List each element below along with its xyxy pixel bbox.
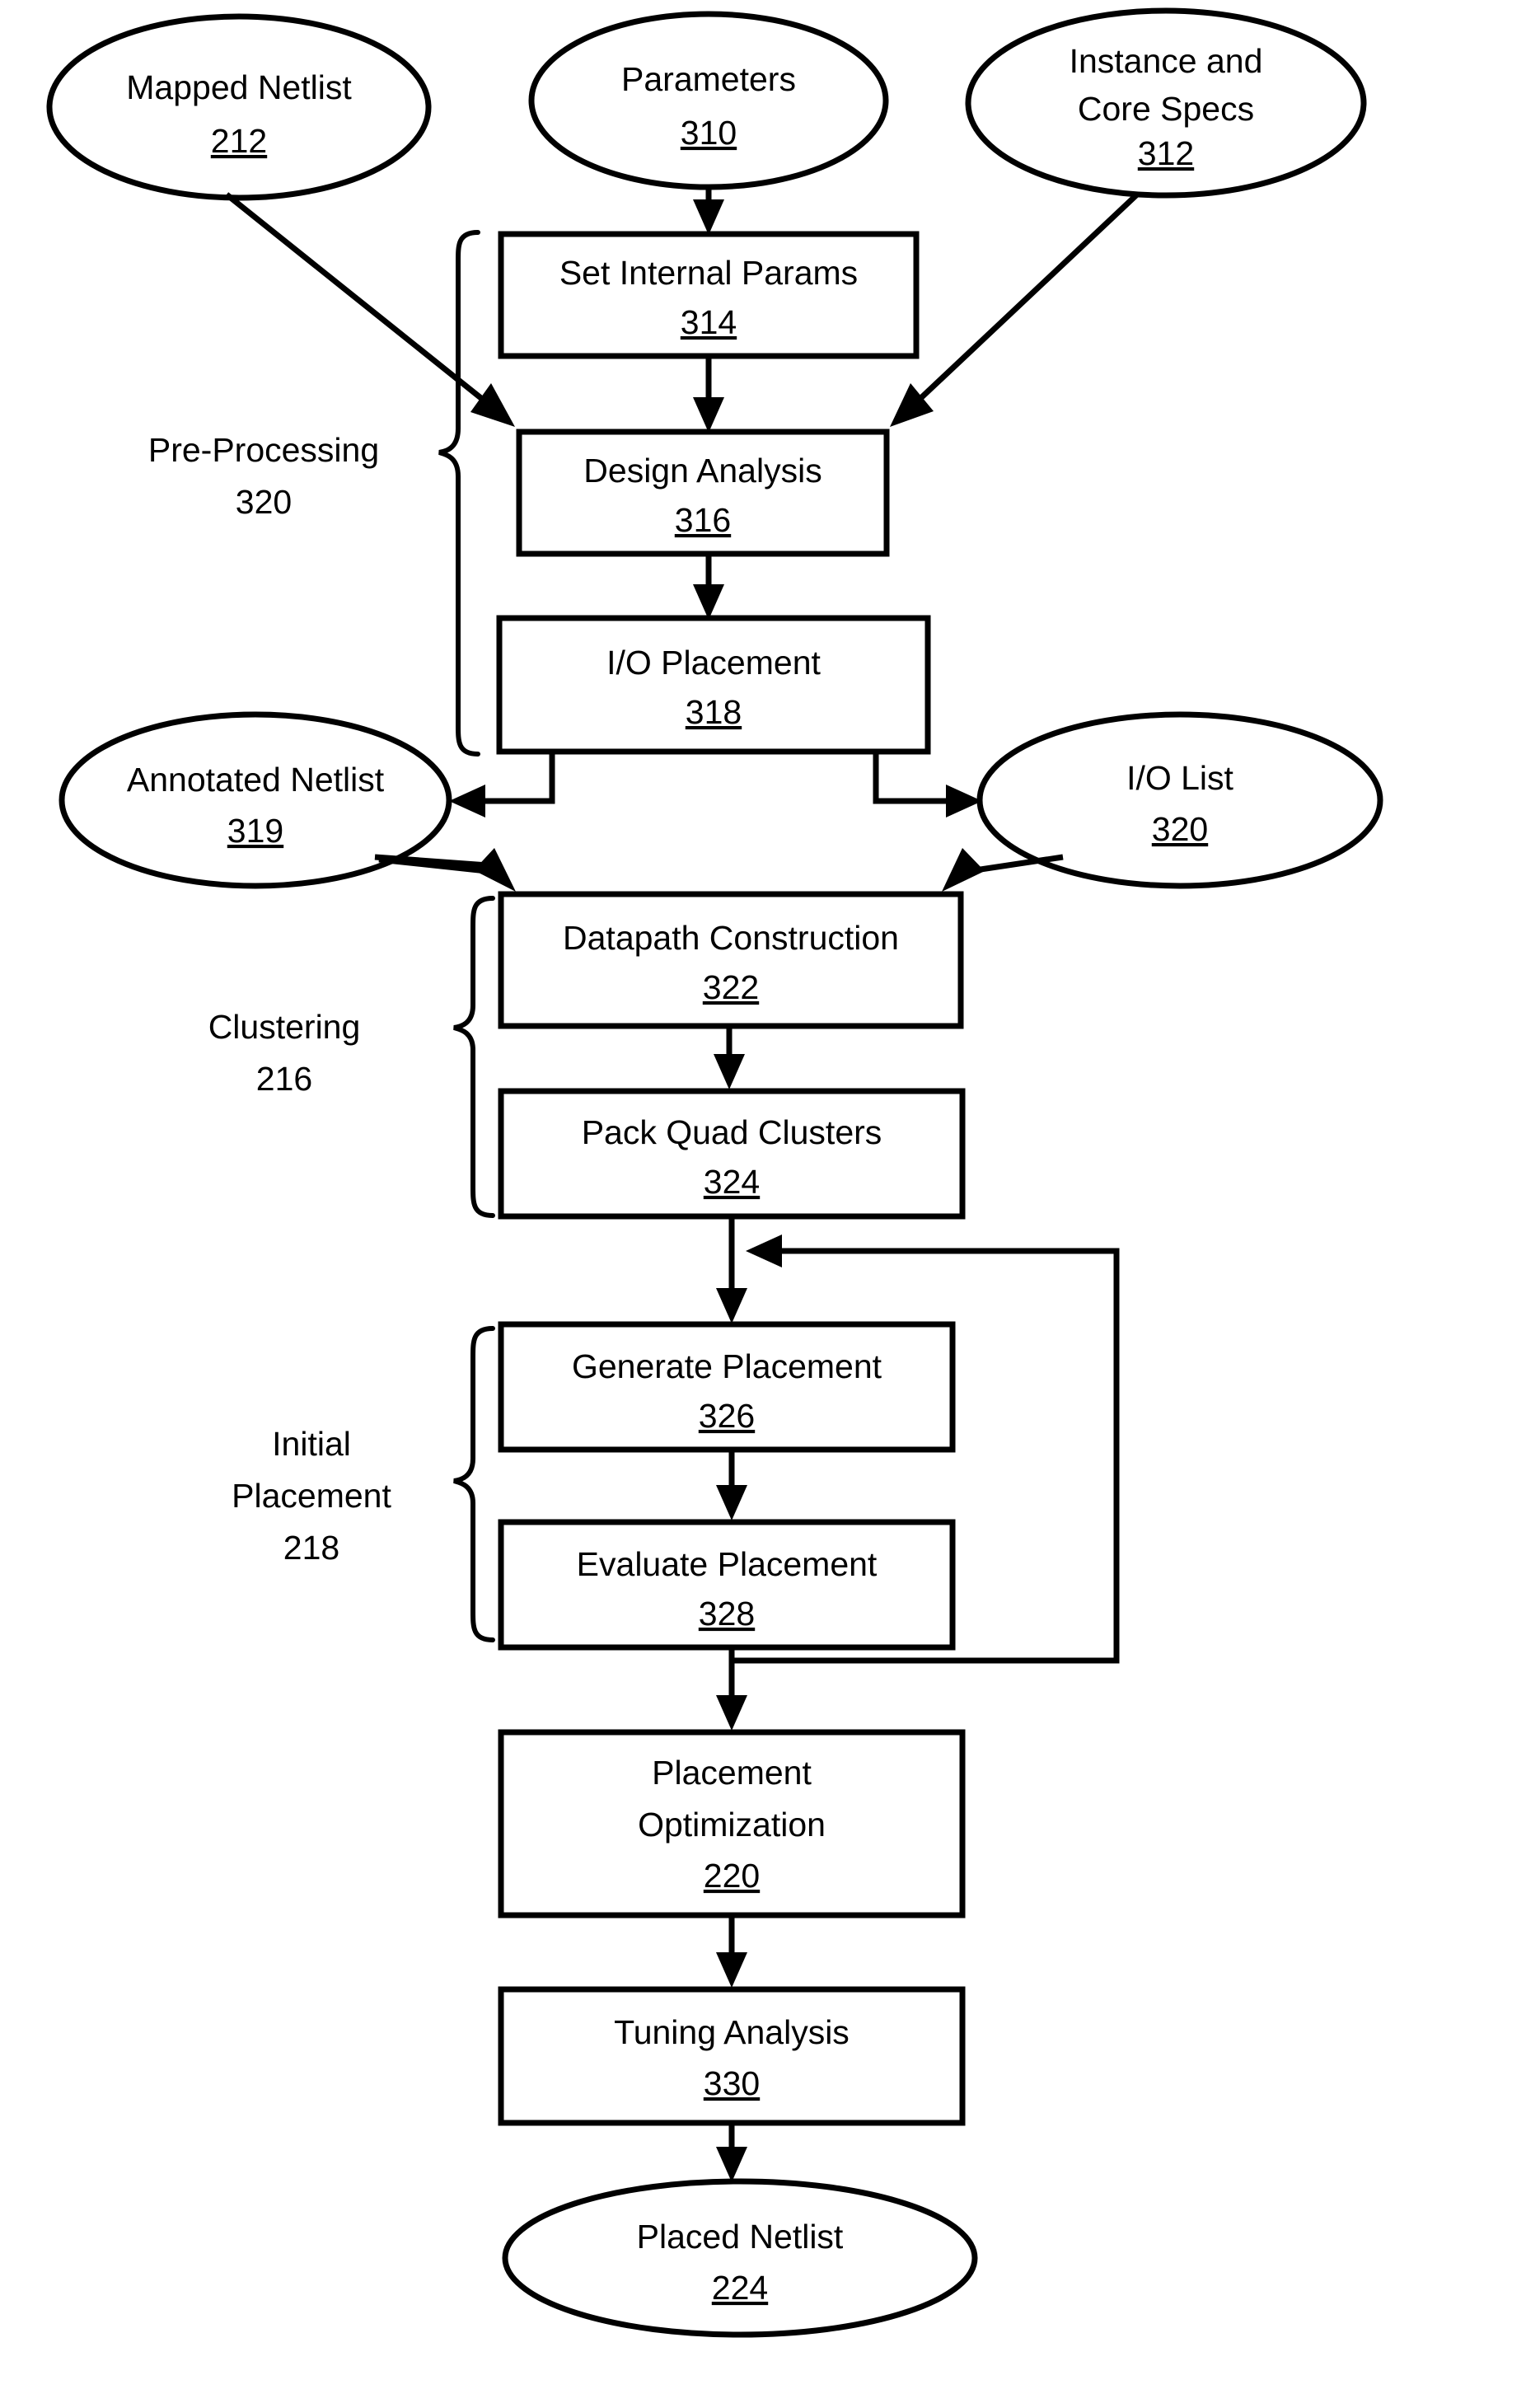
pack-quad-clusters-ref: 324 (704, 1163, 760, 1201)
io-list-label: I/O List (1126, 759, 1233, 797)
datapath-construction-ref: 322 (703, 968, 759, 1006)
connector-parameters-to-set-internal-params (693, 187, 724, 235)
annotated-netlist-label: Annotated Netlist (127, 761, 385, 799)
node-io-placement: I/O Placement 318 (496, 615, 931, 755)
placement-optimization-ref: 220 (704, 1857, 760, 1895)
node-design-analysis: Design Analysis 316 (516, 429, 890, 557)
io-list-ref: 320 (1152, 810, 1208, 848)
generate-placement-ref: 326 (699, 1397, 755, 1435)
initial-placement-label-line2: Placement (232, 1477, 391, 1515)
connector-placement-optimization-to-tuning-analysis (716, 1915, 747, 1988)
connector-design-analysis-to-io-placement (693, 554, 724, 620)
connector-io-placement-to-annotated-netlist (449, 752, 555, 818)
pack-quad-clusters-label: Pack Quad Clusters (582, 1113, 882, 1151)
node-mapped-netlist: Mapped Netlist 212 (46, 13, 432, 201)
generate-placement-label: Generate Placement (572, 1347, 882, 1385)
connector-set-internal-params-to-design-analysis (693, 356, 724, 433)
node-placement-optimization: Placement Optimization 220 (498, 1729, 966, 1918)
node-placed-netlist: Placed Netlist 224 (502, 2178, 978, 2338)
evaluate-placement-label: Evaluate Placement (577, 1545, 878, 1583)
design-analysis-label: Design Analysis (583, 452, 822, 490)
group-clustering: Clustering 216 (208, 896, 495, 1218)
node-datapath-construction: Datapath Construction 322 (498, 891, 964, 1029)
parameters-ref: 310 (681, 114, 737, 152)
parameters-label: Parameters (621, 60, 796, 98)
node-instance-core-specs: Instance and Core Specs 312 (965, 7, 1367, 199)
datapath-construction-box (498, 891, 964, 1029)
node-evaluate-placement: Evaluate Placement 328 (498, 1519, 956, 1651)
initial-placement-label-line1: Initial (272, 1425, 351, 1463)
set-internal-params-ref: 314 (681, 303, 737, 341)
placed-netlist-ellipse (502, 2178, 978, 2338)
preprocessing-ref: 320 (236, 483, 292, 521)
instance-core-specs-label-line2: Core Specs (1078, 90, 1254, 128)
placed-netlist-label: Placed Netlist (637, 2218, 844, 2256)
connector-instance-core-specs-to-design-analysis (890, 192, 1140, 427)
placement-optimization-label-line2: Optimization (638, 1806, 826, 1843)
tuning-analysis-box (498, 1986, 966, 2126)
tuning-analysis-label: Tuning Analysis (614, 2013, 850, 2051)
io-placement-ref: 318 (686, 693, 742, 731)
evaluate-placement-ref: 328 (699, 1595, 755, 1633)
connector-datapath-to-pack-quad (714, 1026, 745, 1089)
connector-io-placement-to-io-list (873, 752, 982, 818)
group-initial-placement: Initial Placement 218 (232, 1326, 495, 1642)
node-set-internal-params: Set Internal Params 314 (498, 231, 920, 359)
preprocessing-label: Pre-Processing (148, 431, 379, 469)
tuning-analysis-ref: 330 (704, 2064, 760, 2102)
io-placement-label: I/O Placement (606, 644, 821, 682)
instance-core-specs-ref: 312 (1138, 134, 1194, 172)
connector-mapped-netlist-to-design-analysis (224, 192, 515, 427)
clustering-ref: 216 (256, 1060, 312, 1098)
placed-netlist-ref: 224 (712, 2269, 768, 2307)
node-pack-quad-clusters: Pack Quad Clusters 324 (498, 1088, 966, 1220)
mapped-netlist-ellipse (46, 13, 432, 201)
node-tuning-analysis: Tuning Analysis 330 (498, 1986, 966, 2126)
flowchart-canvas: Mapped Netlist 212 Parameters 310 Instan… (46, 7, 1383, 2338)
connector-pack-quad-to-generate-placement (716, 1216, 747, 1323)
placement-optimization-label-line1: Placement (652, 1754, 812, 1792)
connector-tuning-analysis-to-placed-netlist (716, 2123, 747, 2182)
datapath-construction-label: Datapath Construction (563, 919, 899, 957)
mapped-netlist-ref: 212 (211, 122, 267, 160)
parameters-ellipse (528, 11, 889, 190)
set-internal-params-label: Set Internal Params (559, 254, 858, 292)
node-generate-placement: Generate Placement 326 (498, 1321, 956, 1453)
node-parameters: Parameters 310 (528, 11, 889, 190)
io-placement-box (496, 615, 931, 755)
instance-core-specs-label-line1: Instance and (1070, 42, 1263, 80)
clustering-label: Clustering (208, 1008, 361, 1046)
annotated-netlist-ref: 319 (227, 812, 283, 850)
design-analysis-ref: 316 (675, 501, 731, 539)
mapped-netlist-label: Mapped Netlist (126, 68, 352, 106)
group-preprocessing: Pre-Processing 320 (148, 230, 480, 757)
connector-generate-to-evaluate (716, 1450, 747, 1520)
patent-figure: Mapped Netlist 212 Parameters 310 Instan… (0, 0, 1526, 2408)
initial-placement-ref: 218 (283, 1529, 339, 1567)
